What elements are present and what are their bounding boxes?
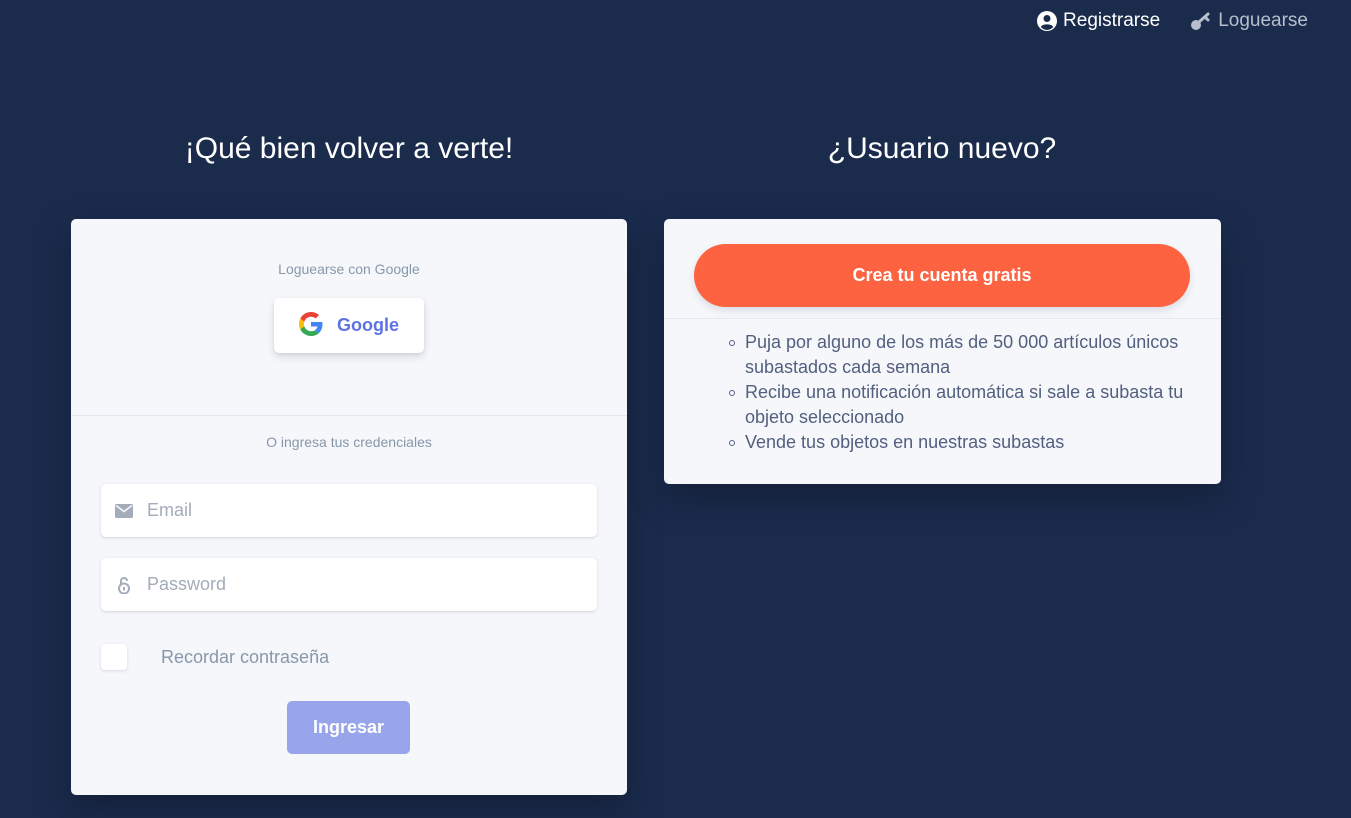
remember-checkbox[interactable]: [101, 644, 127, 670]
login-submit-button[interactable]: Ingresar: [287, 701, 410, 754]
remember-label[interactable]: Recordar contraseña: [161, 647, 329, 668]
email-input[interactable]: [147, 484, 597, 537]
bullet-icon: [729, 340, 735, 346]
google-login-section: Loguearse con Google Google: [71, 219, 627, 416]
email-field: [101, 484, 597, 537]
create-account-button[interactable]: Crea tu cuenta gratis: [694, 244, 1190, 307]
envelope-icon: [101, 503, 147, 518]
login-card: Loguearse con Google Google O ingresa tu…: [71, 219, 627, 795]
google-button-label: Google: [337, 315, 399, 335]
credentials-caption: O ingresa tus credenciales: [266, 434, 432, 450]
lock-open-icon: [101, 576, 147, 594]
login-link[interactable]: Loguearse: [1190, 10, 1308, 32]
google-logo-icon: [299, 312, 323, 339]
bullet-icon: [729, 440, 735, 446]
user-circle-icon: [1037, 11, 1058, 31]
signup-heading: ¿Usuario nuevo?: [827, 132, 1057, 165]
signup-cta-section: Crea tu cuenta gratis: [664, 219, 1221, 319]
password-input[interactable]: [147, 558, 597, 611]
benefit-text: Vende tus objetos en nuestras subastas: [745, 432, 1065, 452]
google-login-caption: Loguearse con Google: [278, 261, 420, 277]
benefit-text: Puja por alguno de los más de 50 000 art…: [745, 332, 1179, 377]
list-item: Puja por alguno de los más de 50 000 art…: [728, 330, 1188, 380]
benefits-list: Puja por alguno de los más de 50 000 art…: [728, 330, 1188, 455]
register-link[interactable]: Registrarse: [1037, 10, 1160, 32]
key-icon: [1190, 11, 1212, 31]
login-label: Loguearse: [1218, 10, 1308, 31]
remember-password: Recordar contraseña: [101, 644, 329, 670]
password-field: [101, 558, 597, 611]
top-navigation: Registrarse Loguearse: [1037, 10, 1308, 32]
list-item: Recibe una notificación automática si sa…: [728, 380, 1188, 430]
google-login-button[interactable]: Google: [274, 298, 424, 353]
login-heading: ¡Qué bien volver a verte!: [184, 132, 514, 165]
list-item: Vende tus objetos en nuestras subastas: [728, 430, 1188, 455]
benefit-text: Recibe una notificación automática si sa…: [745, 382, 1184, 427]
bullet-icon: [729, 390, 735, 396]
signup-card: Crea tu cuenta gratis Puja por alguno de…: [664, 219, 1221, 484]
register-label: Registrarse: [1063, 10, 1161, 31]
